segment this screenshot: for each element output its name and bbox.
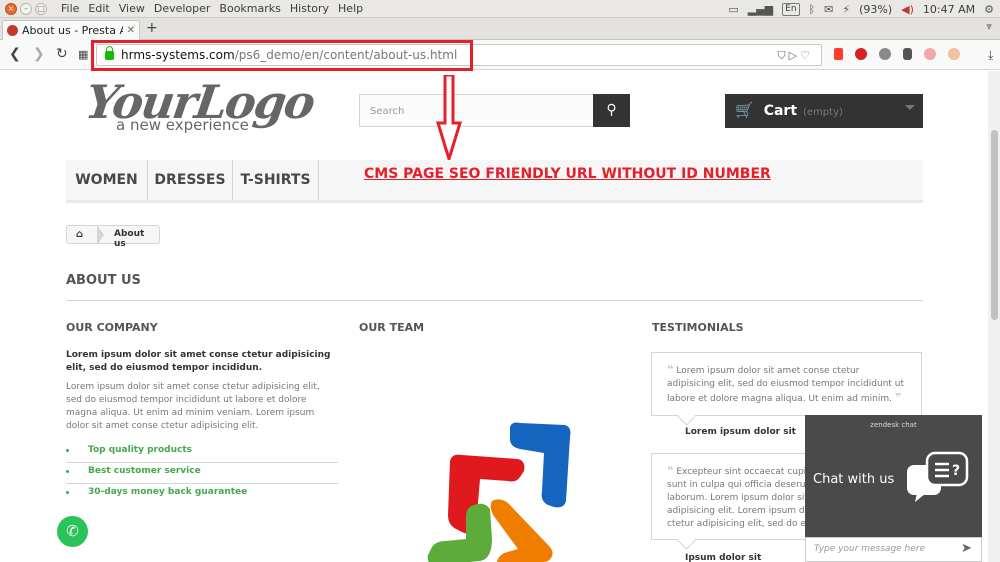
battery-level: (93%) [859, 2, 893, 16]
maximize-window-icon[interactable]: □ [35, 2, 47, 15]
chat-widget[interactable]: zendesk chat Chat with us ? Type your me… [805, 415, 982, 562]
adblock-icon[interactable] [855, 48, 867, 60]
annotation-url-highlight [91, 40, 473, 71]
clock[interactable]: 10:47 AM [923, 3, 975, 16]
list-item: 30-days money back guarantee [66, 484, 338, 505]
team-heading: OUR TEAM [359, 321, 425, 334]
search-input[interactable]: Search [359, 94, 593, 127]
menu-bookmarks[interactable]: Bookmarks [219, 2, 280, 15]
company-body: Lorem ipsum dolor sit amet conse ctetur … [66, 382, 320, 431]
send-tab-icon[interactable]: ▷ [789, 49, 800, 62]
new-tab-button[interactable]: + [146, 20, 158, 36]
forward-icon[interactable]: ❯ [33, 46, 45, 62]
download-icon[interactable]: ⤓ [988, 48, 993, 63]
testimonial-author: Lorem ipsum dolor sit [685, 427, 796, 437]
quote-open-icon: ❝ [667, 464, 674, 477]
menu-file[interactable]: File [61, 2, 79, 15]
reader-icon[interactable]: ⛉ [777, 49, 788, 62]
chat-title[interactable]: Chat with us [813, 472, 894, 487]
menu-item-women[interactable]: WOMEN [66, 160, 148, 200]
tab-about-us[interactable]: About us - Presta Ad ✕ [2, 20, 140, 40]
grid-icon[interactable]: ▦ [78, 48, 88, 61]
quote-open-icon: ❝ [667, 363, 674, 376]
team-image [427, 422, 571, 562]
search-button[interactable]: ⚲ [593, 94, 630, 127]
testimonial-text: Lorem ipsum dolor sit amet conse ctetur … [667, 366, 905, 404]
cart-label: Cart [763, 103, 798, 119]
extension-icon[interactable] [903, 48, 912, 60]
company-heading: OUR COMPANY [66, 321, 158, 334]
testimonial-card: ❝ Lorem ipsum dolor sit amet conse ctetu… [651, 352, 922, 416]
url-actions: ⛉▷♡ [777, 49, 813, 63]
chat-message-input[interactable]: Type your message here [805, 537, 982, 562]
menu-item-tshirts[interactable]: T-SHIRTS [233, 160, 319, 200]
reload-icon[interactable]: ↻ [56, 46, 68, 62]
menu-edit[interactable]: Edit [88, 2, 109, 15]
close-window-icon[interactable]: × [5, 2, 17, 15]
whatsapp-icon[interactable]: ✆ [57, 516, 88, 547]
svg-text:?: ? [952, 463, 960, 479]
extension-icons: ⤓ [834, 48, 993, 63]
app-menus: File Edit View Developer Bookmarks Histo… [61, 2, 363, 15]
tab-title: About us - Presta Ad [22, 24, 123, 37]
scrollbar-thumb[interactable] [991, 130, 998, 320]
minimize-window-icon[interactable]: – [20, 2, 32, 15]
tab-strip: About us - Presta Ad ✕ + ⩔ [0, 18, 1000, 40]
list-item: Top quality products [66, 442, 338, 463]
chevron-down-icon [905, 105, 915, 110]
menu-item-dresses[interactable]: DRESSES [148, 160, 233, 200]
signal-icon[interactable]: ▂▄▆ [748, 3, 773, 16]
window-controls: × – □ [5, 2, 47, 15]
chat-brand: zendesk chat [870, 421, 917, 429]
list-item: Best customer service [66, 463, 338, 484]
breadcrumb-current: About us [114, 229, 145, 249]
eraser-icon[interactable] [924, 48, 936, 60]
annotation-seo-note: CMS PAGE SEO FRIENDLY URL WITHOUT ID NUM… [364, 166, 771, 182]
keyboard-language[interactable]: En [782, 2, 800, 16]
display-icon[interactable]: ▭ [728, 3, 738, 16]
page-title: ABOUT US [66, 273, 141, 288]
home-icon[interactable]: ⌂ [76, 229, 83, 240]
face-icon[interactable] [948, 48, 960, 60]
back-icon[interactable]: ❮ [9, 46, 21, 62]
company-bullets: Top quality products Best customer servi… [66, 442, 338, 505]
menu-developer[interactable]: Developer [154, 2, 211, 15]
mail-icon[interactable]: ✉ [824, 3, 833, 16]
bookmark-icon[interactable]: ♡ [800, 49, 813, 62]
power-icon[interactable]: ⚙ [984, 3, 994, 16]
cart-button[interactable]: 🛒 Cart (empty) [725, 94, 923, 128]
cart-state: (empty) [803, 107, 843, 118]
system-tray: ▭ ▂▄▆ En ᛒ ✉ ⚡ (93%) ◀) 10:47 AM ⚙ [728, 0, 994, 18]
title-divider [66, 300, 923, 301]
pocket-icon[interactable] [834, 48, 843, 60]
annotation-arrow [436, 75, 462, 161]
send-icon[interactable]: ➤ [961, 541, 972, 556]
favicon-icon [7, 25, 18, 36]
logo-tagline: a new experience [116, 116, 249, 134]
menu-help[interactable]: Help [338, 2, 363, 15]
menu-history[interactable]: History [290, 2, 329, 15]
bluetooth-icon[interactable]: ᛒ [809, 3, 816, 16]
record-icon[interactable] [879, 48, 891, 60]
close-tab-icon[interactable]: ✕ [127, 25, 135, 36]
os-menu-bar: × – □ File Edit View Developer Bookmarks… [0, 0, 1000, 18]
testimonial-author: Ipsum dolor sit [685, 553, 762, 562]
list-tabs-icon[interactable]: ⩔ [986, 21, 992, 32]
cart-icon: 🛒 [735, 101, 754, 119]
volume-icon[interactable]: ◀) [901, 3, 914, 16]
quote-close-icon: ❞ [894, 391, 902, 404]
search-icon: ⚲ [606, 102, 617, 118]
menu-view[interactable]: View [119, 2, 145, 15]
company-lead: Lorem ipsum dolor sit amet conse ctetur … [66, 350, 331, 373]
chat-bubble-icon: ? [907, 451, 969, 502]
battery-icon[interactable]: ⚡ [842, 3, 850, 16]
testimonials-heading: TESTIMONIALS [652, 321, 744, 334]
breadcrumb: ⌂ About us [66, 225, 160, 249]
breadcrumb-separator [97, 225, 104, 245]
